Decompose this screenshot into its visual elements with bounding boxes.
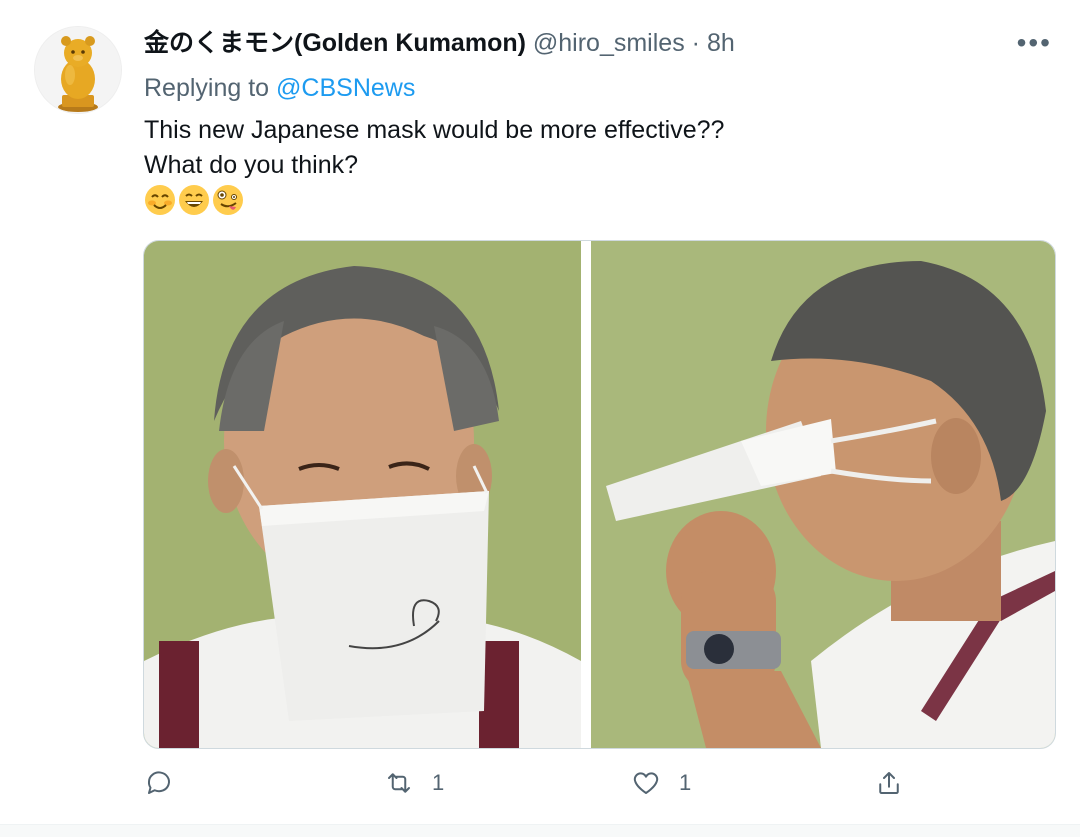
user-handle[interactable]: @hiro_smiles [533,29,685,57]
display-name[interactable]: 金のくまモン(Golden Kumamon) [144,29,526,57]
tweet-divider [0,824,1080,837]
heart-icon [633,772,659,794]
like-button[interactable]: 1 [631,768,691,798]
retweet-count: 1 [432,770,445,795]
zany-face-emoji [213,185,243,215]
tweet-media[interactable] [143,240,1056,749]
tweet-text: This new Japanese mask would be more eff… [144,113,724,183]
timestamp[interactable]: 8h [707,29,735,57]
separator-dot: · [691,29,700,57]
reply-button[interactable] [144,768,192,798]
retweet-button[interactable]: 1 [384,768,444,798]
photo-right-man-holding-mask[interactable] [591,241,1055,748]
grinning-face-emoji [179,185,209,215]
golden-bear-avatar-image [35,27,121,113]
like-count: 1 [679,770,692,795]
mention-link[interactable]: @CBSNews [276,74,415,102]
tweet-text-line: What do you think? [144,151,359,179]
smiling-face-with-blush-emoji [145,185,175,215]
avatar[interactable] [34,26,122,114]
more-options-icon[interactable]: ••• [1017,28,1052,58]
tweet-text-line: This new Japanese mask would be more eff… [144,116,725,144]
reply-icon [147,771,170,794]
emoji-row [144,184,244,216]
replying-prefix: Replying to [144,74,270,102]
replying-to: Replying to @CBSNews [144,71,415,105]
tweet-actions: 1 1 [144,768,904,808]
photo-left-man-wearing-mask[interactable] [144,241,581,748]
share-icon [879,772,899,794]
tweet[interactable]: 金のくまモン(Golden Kumamon) @hiro_smiles · 8h… [0,0,1080,837]
tweet-header: 金のくまモン(Golden Kumamon) @hiro_smiles · 8h [144,26,735,60]
retweet-icon [388,773,410,793]
share-button[interactable] [874,768,904,798]
